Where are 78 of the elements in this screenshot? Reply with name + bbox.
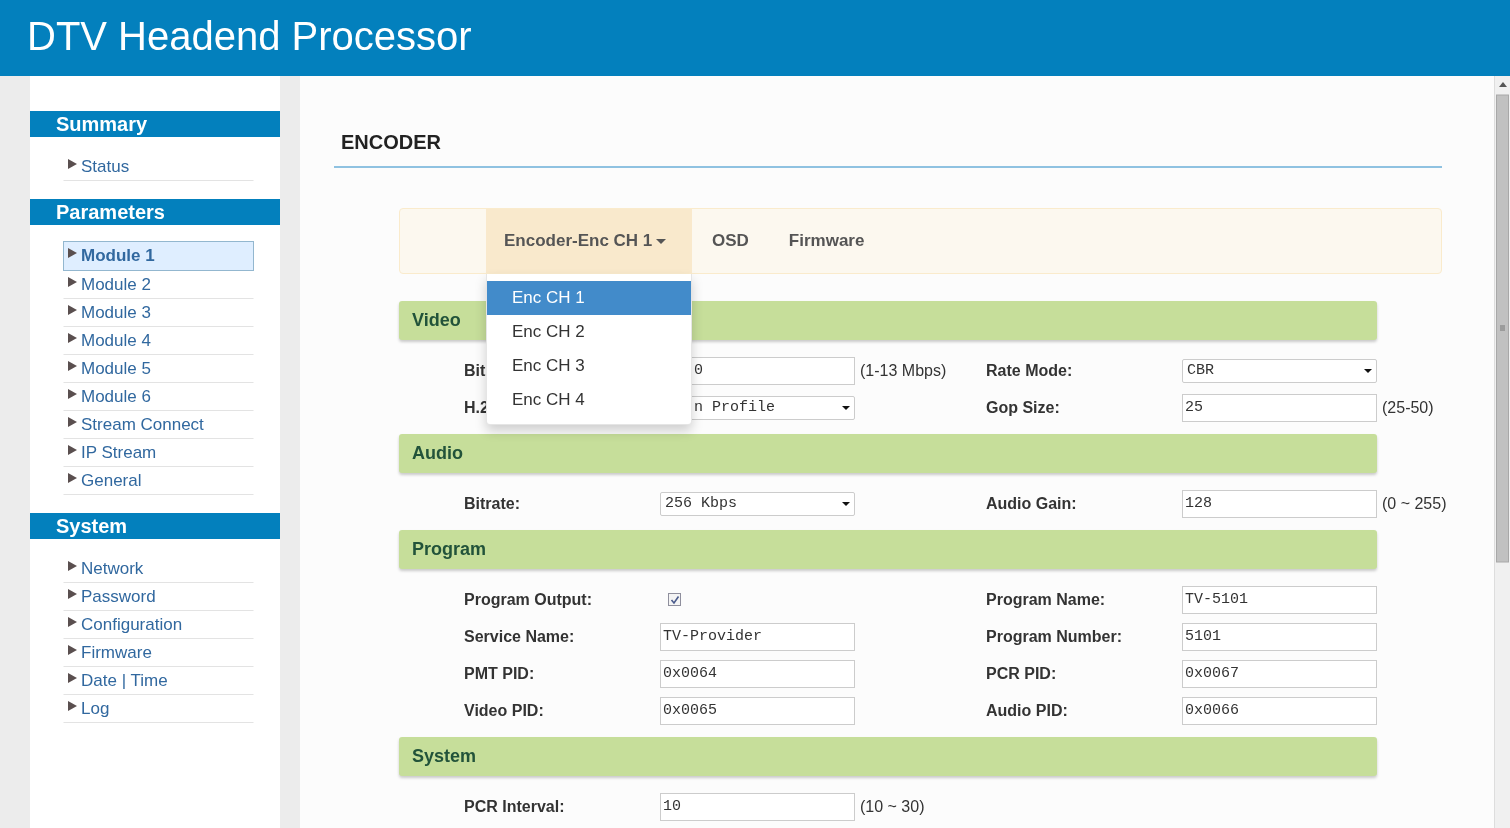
input-field[interactable]: 0x0064 bbox=[660, 659, 855, 688]
sidebar-item[interactable]: Module 5 bbox=[63, 355, 254, 383]
field-label: PCR Interval: bbox=[464, 797, 565, 816]
sidebar-item[interactable]: Module 1 bbox=[63, 241, 254, 271]
app-title: DTV Headend Processor bbox=[27, 13, 472, 60]
sidebar-item[interactable]: Module 6 bbox=[63, 383, 254, 411]
tab[interactable]: Encoder-Enc CH 1 bbox=[486, 209, 692, 273]
menu-item[interactable]: Enc CH 1 bbox=[487, 281, 691, 315]
field-label: Gop Size: bbox=[986, 398, 1060, 417]
field-label: PCR PID: bbox=[986, 664, 1057, 683]
sidebar-item[interactable]: General bbox=[63, 467, 254, 495]
sidebar-heading: System bbox=[30, 513, 280, 539]
field-hint: (25-50) bbox=[1381, 398, 1435, 417]
field-label: Bit bbox=[464, 361, 486, 380]
input-field[interactable]: TV-Provider bbox=[660, 622, 855, 651]
triangle-icon bbox=[68, 617, 77, 627]
field-label: PMT PID: bbox=[464, 664, 535, 683]
sidebar-item[interactable]: Network bbox=[63, 555, 254, 583]
input-field[interactable]: 25 bbox=[1182, 393, 1377, 422]
tab[interactable]: OSD bbox=[692, 209, 769, 273]
field-label: Audio Gain: bbox=[986, 494, 1077, 513]
triangle-icon bbox=[68, 701, 77, 711]
sidebar-item[interactable]: IP Stream bbox=[63, 439, 254, 467]
input-field[interactable]: TV-5101 bbox=[1182, 585, 1377, 614]
sidebar-item[interactable]: Log bbox=[63, 695, 254, 723]
triangle-icon bbox=[68, 277, 77, 287]
caret-icon bbox=[842, 501, 850, 506]
triangle-icon bbox=[68, 417, 77, 427]
sidebar-item[interactable]: Status bbox=[63, 153, 254, 181]
input-field[interactable]: 0x0066 bbox=[1182, 696, 1377, 725]
sidebar-item[interactable]: Stream Connect bbox=[63, 411, 254, 439]
input-field[interactable]: 128 bbox=[1182, 489, 1377, 518]
field-hint: (10 ~ 30) bbox=[859, 797, 926, 816]
triangle-icon bbox=[68, 305, 77, 315]
triangle-icon bbox=[68, 473, 77, 483]
input-field[interactable]: 0x0065 bbox=[660, 696, 855, 725]
triangle-icon bbox=[68, 333, 77, 343]
field-label: Program Name: bbox=[986, 590, 1106, 609]
section-header: Audio bbox=[399, 434, 1377, 473]
caret-icon bbox=[1364, 368, 1372, 373]
caret-icon bbox=[842, 405, 850, 410]
triangle-icon bbox=[68, 361, 77, 371]
triangle-icon bbox=[68, 248, 77, 258]
sidebar-item[interactable]: Module 4 bbox=[63, 327, 254, 355]
field-label: Rate Mode: bbox=[986, 361, 1073, 380]
input-field[interactable]: 0x0067 bbox=[1182, 659, 1377, 688]
sidebar-item[interactable]: Configuration bbox=[63, 611, 254, 639]
field-hint: (0 ~ 255) bbox=[1381, 494, 1448, 513]
field-label: Program Output: bbox=[464, 590, 592, 609]
checkbox[interactable] bbox=[668, 593, 681, 606]
page-title: ENCODER bbox=[340, 131, 441, 154]
field-hint: (1-13 Mbps) bbox=[859, 361, 948, 380]
sidebar-item[interactable]: Firmware bbox=[63, 639, 254, 667]
field-label: Video PID: bbox=[464, 701, 544, 720]
triangle-icon bbox=[68, 589, 77, 599]
field-label: Program Number: bbox=[986, 627, 1123, 646]
section-header: System bbox=[399, 737, 1377, 776]
section-header: Program bbox=[399, 530, 1377, 569]
sidebar-heading: Parameters bbox=[30, 199, 280, 225]
triangle-icon bbox=[68, 561, 77, 571]
input-field[interactable]: 10 bbox=[660, 792, 855, 821]
sidebar-heading: Summary bbox=[30, 111, 280, 137]
triangle-icon bbox=[68, 445, 77, 455]
sidebar-item[interactable]: Module 3 bbox=[63, 299, 254, 327]
sidebar-item[interactable]: Date | Time bbox=[63, 667, 254, 695]
triangle-icon bbox=[68, 645, 77, 655]
select-field[interactable]: 256 Kbps bbox=[660, 491, 855, 516]
select-field[interactable]: CBR bbox=[1182, 358, 1377, 383]
triangle-icon bbox=[68, 159, 77, 169]
sidebar-item[interactable]: Password bbox=[63, 583, 254, 611]
triangle-icon bbox=[68, 389, 77, 399]
sidebar-item[interactable]: Module 2 bbox=[63, 271, 254, 299]
field-label: Service Name: bbox=[464, 627, 575, 646]
field-label: Audio PID: bbox=[986, 701, 1068, 720]
tab[interactable]: Firmware bbox=[768, 209, 885, 273]
input-field[interactable]: 5101 bbox=[1182, 622, 1377, 651]
field-label: Bitrate: bbox=[464, 494, 520, 513]
triangle-icon bbox=[68, 673, 77, 683]
